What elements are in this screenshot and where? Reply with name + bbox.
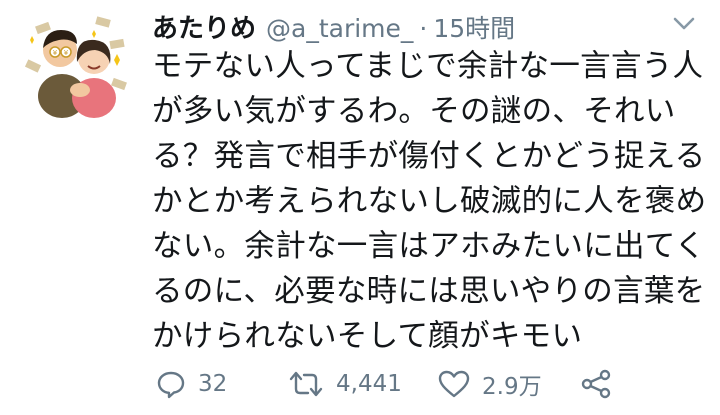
tweet-text-line: が多い気がするわ。その謎の、それい (152, 94, 676, 129)
retweet-button[interactable]: 4,441 (288, 364, 402, 404)
chevron-down-icon[interactable] (672, 16, 696, 32)
svg-text:¥: ¥ (53, 49, 58, 57)
retweet-icon (288, 369, 324, 399)
tweet: ¥ ¥ あたりめ @a_tarime_ · 15時間 モテない人ってまじで余計な… (0, 0, 720, 415)
tweet-text-line: モテない人ってまじで余計な一言言う人 (152, 49, 704, 84)
display-name[interactable]: あたりめ (152, 8, 256, 45)
tweet-text: モテない人ってまじで余計な一言言う人 が多い気がするわ。その謎の、それい る？発… (152, 44, 707, 359)
retweet-count: 4,441 (336, 371, 402, 397)
tweet-text-line: る？発言で相手が傷付くとかどう捉える (152, 139, 706, 174)
avatar[interactable]: ¥ ¥ (22, 10, 130, 118)
timestamp[interactable]: 15時間 (433, 9, 515, 45)
reply-icon (156, 369, 186, 399)
tweet-text-line: かとか考えられないし破滅的に人を褒め (152, 184, 707, 219)
tweet-text-line: かけられないそして顔がキモい (152, 319, 583, 354)
avatar-illustration: ¥ ¥ (22, 10, 130, 118)
tweet-header: あたりめ @a_tarime_ · 15時間 (152, 8, 515, 48)
user-handle[interactable]: @a_tarime_ (266, 14, 413, 43)
like-button[interactable]: 2.9万 (438, 364, 542, 404)
reply-button[interactable]: 32 (156, 364, 227, 404)
like-count: 2.9万 (482, 374, 542, 400)
tweet-actions: 32 4,441 2.9万 (156, 364, 626, 404)
heart-icon (438, 369, 470, 399)
tweet-text-line: ない。余計な一言はアホみたいに出てく (152, 229, 706, 264)
separator-dot: · (419, 14, 428, 43)
share-button[interactable] (580, 364, 612, 404)
reply-count: 32 (198, 371, 228, 397)
share-icon (580, 369, 612, 399)
svg-text:¥: ¥ (64, 49, 69, 57)
tweet-text-line: るのに、必要な時には思いやりの言葉を (152, 274, 706, 309)
